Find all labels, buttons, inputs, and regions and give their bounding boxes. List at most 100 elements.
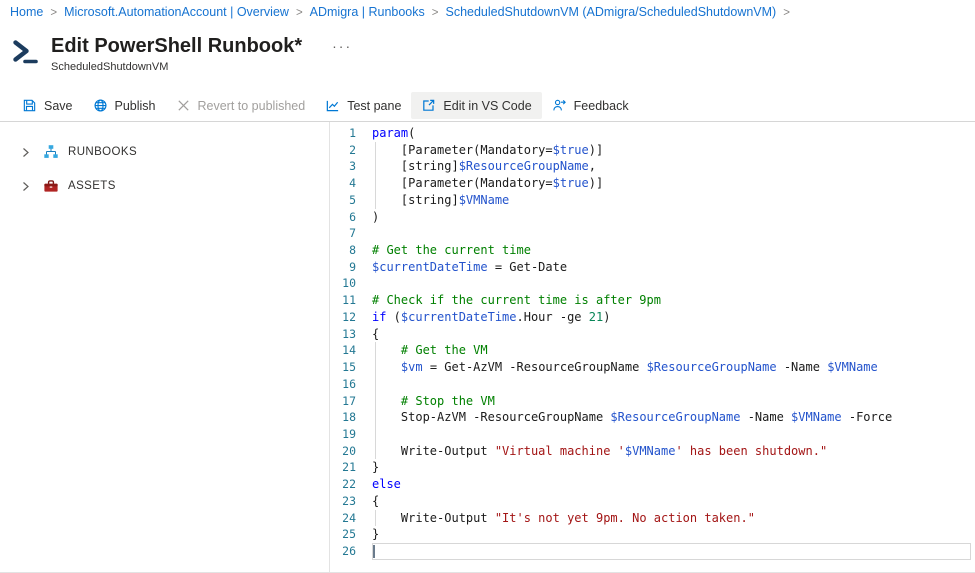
line-number: 8 bbox=[349, 243, 356, 258]
code-line[interactable]: 20 Write-Output "Virtual machine '$VMNam… bbox=[330, 442, 975, 460]
code-line-content bbox=[372, 275, 971, 292]
code-line[interactable]: 24 Write-Output "It's not yet 9pm. No ac… bbox=[330, 509, 975, 527]
sidebar-item-runbooks[interactable]: RUNBOOKS bbox=[0, 135, 329, 169]
breadcrumb-separator: > bbox=[431, 7, 439, 19]
code-line[interactable]: 8 # Get the current time bbox=[330, 242, 975, 259]
breadcrumb-link[interactable]: Home bbox=[10, 5, 43, 19]
toolbar-button-label: Edit in VS Code bbox=[443, 98, 532, 113]
assets-icon bbox=[43, 178, 59, 194]
line-number: 3 bbox=[349, 159, 356, 174]
publish-icon bbox=[93, 98, 108, 113]
line-number: 6 bbox=[349, 209, 356, 224]
code-line[interactable]: 18 Stop-AzVM -ResourceGroupName $Resourc… bbox=[330, 409, 975, 426]
command-bar: Save Publish Revert to published Test pane E… bbox=[0, 90, 975, 122]
code-line-content: param( bbox=[372, 126, 416, 140]
vs-code-icon bbox=[421, 98, 436, 113]
save-icon bbox=[22, 98, 37, 113]
code-line-content: } bbox=[372, 460, 380, 475]
code-line-content: { bbox=[372, 326, 380, 341]
breadcrumb-link[interactable]: ADmigra | Runbooks bbox=[310, 5, 425, 19]
line-number: 13 bbox=[342, 326, 356, 341]
code-line-content: if ($currentDateTime.Hour -ge 21) bbox=[372, 309, 611, 324]
code-line[interactable]: 21} bbox=[330, 459, 975, 476]
chevron-right-icon[interactable] bbox=[20, 181, 31, 192]
sidebar-item-label: ASSETS bbox=[68, 180, 116, 192]
line-number: 26 bbox=[342, 543, 356, 558]
line-number: 24 bbox=[342, 510, 356, 525]
revert-icon bbox=[176, 98, 191, 113]
code-line[interactable]: 15 $vm = Get-AzVM -ResourceGroupName $Re… bbox=[330, 359, 975, 376]
page-header: Edit PowerShell Runbook* ··· ScheduledSh… bbox=[0, 25, 975, 90]
breadcrumb-separator: > bbox=[783, 7, 790, 19]
toolbar-button-label: Save bbox=[44, 98, 73, 113]
line-number: 9 bbox=[349, 259, 356, 274]
code-line[interactable]: 14 # Get the VM bbox=[330, 342, 975, 359]
toolbar-button-edit-in-vs-code[interactable]: Edit in VS Code bbox=[411, 92, 542, 119]
code-line[interactable]: 12 if ($currentDateTime.Hour -ge 21) bbox=[330, 309, 975, 326]
line-number: 2 bbox=[349, 142, 356, 157]
sidebar-item-assets[interactable]: ASSETS bbox=[0, 169, 329, 203]
test-pane-icon bbox=[325, 98, 340, 113]
code-line-content: } bbox=[372, 527, 380, 542]
code-editor[interactable]: 1 param(2 [Parameter(Mandatory=$true)] 3 [… bbox=[330, 122, 975, 572]
code-line-content: Write-Output "Virtual machine '$VMName' … bbox=[372, 443, 828, 458]
line-number: 16 bbox=[342, 376, 356, 391]
breadcrumb-link[interactable]: Microsoft.AutomationAccount | Overview bbox=[64, 5, 289, 19]
code-line-content: # Get the current time bbox=[372, 243, 531, 258]
line-number: 25 bbox=[342, 527, 356, 542]
code-line[interactable]: 13 { bbox=[330, 326, 975, 343]
toolbar-button-publish[interactable]: Publish bbox=[83, 92, 166, 119]
chevron-right-icon[interactable] bbox=[20, 147, 31, 158]
toolbar-button-feedback[interactable]: Feedback bbox=[542, 92, 639, 119]
code-line[interactable]: 2 [Parameter(Mandatory=$true)] bbox=[330, 141, 975, 159]
code-line[interactable]: 7 bbox=[330, 225, 975, 242]
code-line-content: Write-Output "It's not yet 9pm. No actio… bbox=[372, 510, 755, 525]
code-line-content: ) bbox=[372, 209, 380, 224]
breadcrumb-link[interactable]: ScheduledShutdownVM (ADmigra/ScheduledSh… bbox=[445, 5, 776, 19]
line-number: 17 bbox=[342, 393, 356, 408]
sidebar: RUNBOOKS ASSETS bbox=[0, 122, 330, 572]
code-line[interactable]: 26 bbox=[330, 542, 975, 560]
line-number: 20 bbox=[342, 443, 356, 458]
code-line[interactable]: 23 { bbox=[330, 493, 975, 510]
more-options-button[interactable]: ··· bbox=[332, 39, 352, 53]
code-line[interactable]: 5 [string]$VMName bbox=[330, 191, 975, 209]
breadcrumb-separator: > bbox=[295, 7, 303, 19]
toolbar-button-revert-to-published[interactable]: Revert to published bbox=[166, 92, 316, 119]
runbooks-icon bbox=[43, 144, 59, 160]
code-line[interactable]: 19 bbox=[330, 425, 975, 443]
breadcrumb-separator: > bbox=[50, 7, 58, 19]
toolbar-button-label: Revert to published bbox=[197, 98, 306, 113]
code-line[interactable]: 25} bbox=[330, 526, 975, 543]
code-line-content: else bbox=[372, 477, 401, 492]
code-line[interactable]: 10 bbox=[330, 275, 975, 292]
line-number: 4 bbox=[349, 176, 356, 191]
code-line[interactable]: 1 param( bbox=[330, 125, 975, 142]
code-line[interactable]: 3 [string]$ResourceGroupName, bbox=[330, 158, 975, 175]
code-line[interactable]: 6) bbox=[330, 209, 975, 226]
code-line-content bbox=[372, 542, 971, 560]
toolbar-button-save[interactable]: Save bbox=[12, 92, 83, 119]
code-line-content: [Parameter(Mandatory=$true)] bbox=[372, 176, 604, 191]
line-number: 7 bbox=[349, 226, 356, 241]
code-line[interactable]: 22 else bbox=[330, 476, 975, 493]
toolbar-button-test-pane[interactable]: Test pane bbox=[315, 92, 411, 119]
code-line[interactable]: 4 [Parameter(Mandatory=$true)] bbox=[330, 175, 975, 192]
line-number: 23 bbox=[342, 493, 356, 508]
line-number: 1 bbox=[349, 126, 356, 140]
code-line-content: [string]$VMName bbox=[372, 192, 510, 207]
code-line-content: { bbox=[372, 493, 380, 508]
code-line[interactable]: 17 # Stop the VM bbox=[330, 392, 975, 410]
line-number: 21 bbox=[342, 460, 356, 475]
main-content: RUNBOOKS ASSETS 1 param(2 [Parameter(Manda… bbox=[0, 122, 975, 573]
code-line-content: # Get the VM bbox=[372, 343, 488, 358]
line-number: 22 bbox=[342, 477, 356, 492]
code-line[interactable]: 9 $currentDateTime = Get-Date bbox=[330, 259, 975, 276]
breadcrumb: Home > Microsoft.AutomationAccount | Overv… bbox=[0, 0, 975, 25]
line-number: 18 bbox=[342, 410, 356, 425]
powershell-icon bbox=[10, 36, 40, 66]
code-line[interactable]: 11 # Check if the current time is after 9… bbox=[330, 292, 975, 309]
code-line[interactable]: 16 bbox=[330, 375, 975, 393]
line-number: 10 bbox=[342, 276, 356, 291]
code-line-content: # Stop the VM bbox=[372, 393, 495, 408]
